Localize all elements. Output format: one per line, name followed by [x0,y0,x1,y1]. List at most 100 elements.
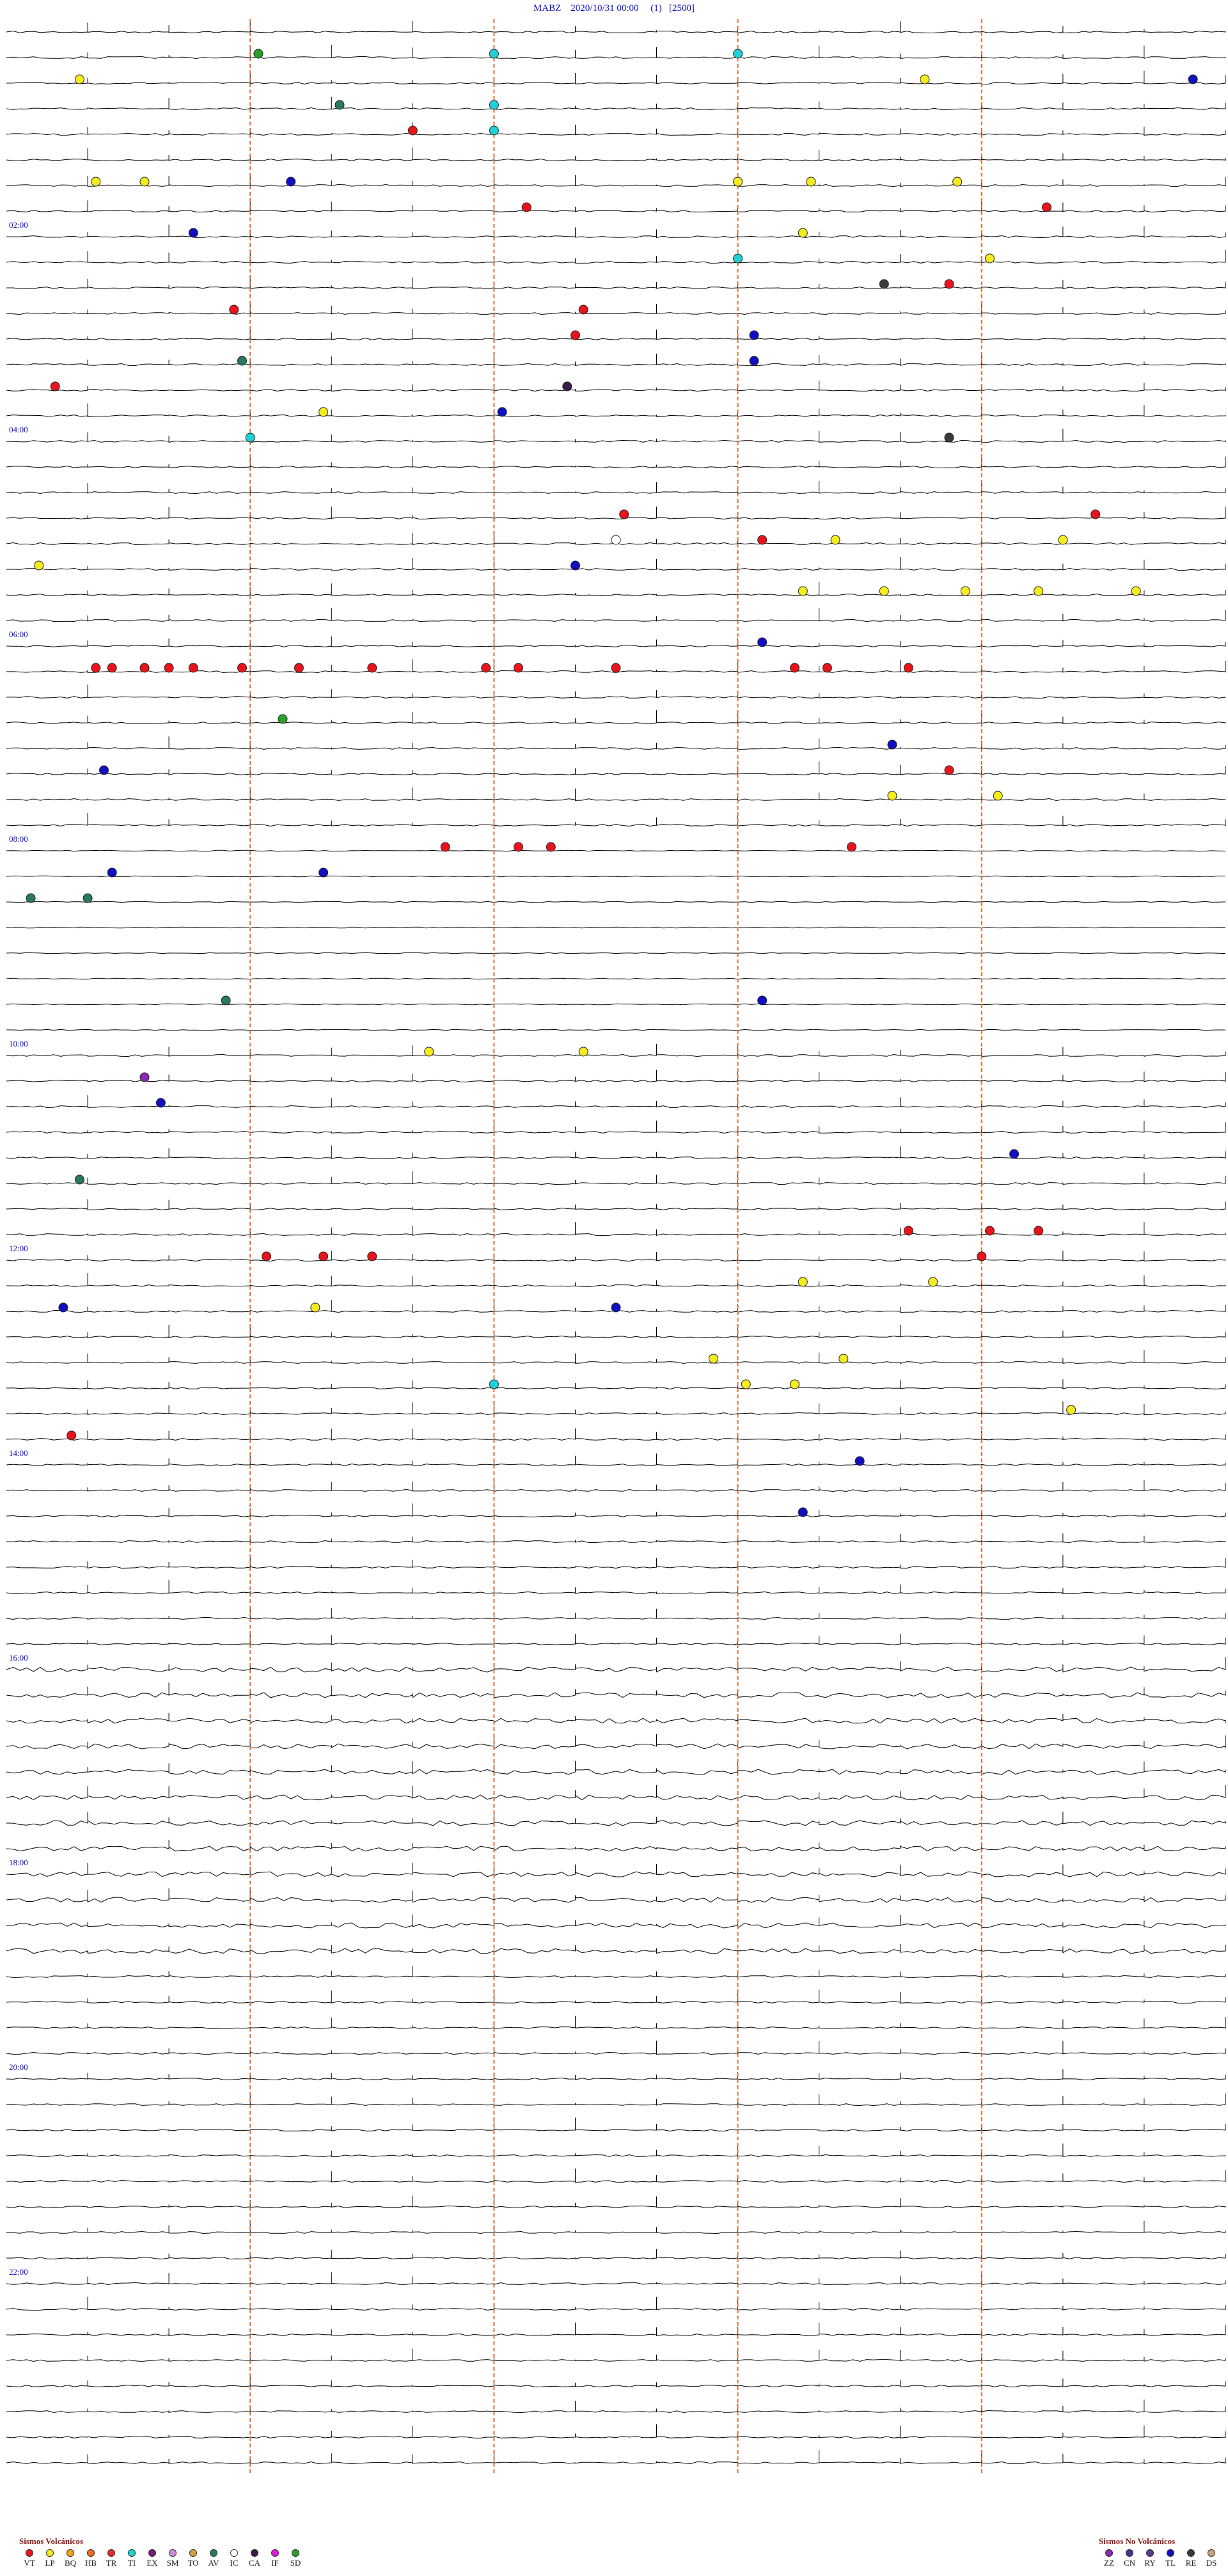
event-ti-marker [733,253,743,264]
legend-volcanic-bq: BQ [60,2549,81,2568]
legend-label: EX [146,2558,158,2568]
event-sd-marker [278,714,288,724]
seismic-traces [6,20,1226,2465]
event-vt-marker [847,842,856,852]
event-vt-marker [262,1251,272,1261]
event-lp-marker [741,1379,751,1389]
legend-dot-icon [189,2549,197,2557]
legend-volcanic-vt: VT [19,2549,40,2568]
event-lp-marker [798,228,808,238]
event-vt-marker [546,842,556,852]
event-tl-marker [497,407,507,417]
event-tl-marker [155,1098,166,1108]
event-vt-marker [367,1251,377,1261]
legend-dot-icon [210,2549,217,2557]
legend-label: IF [271,2558,279,2568]
legend-volcanic-if: IF [265,2549,285,2568]
event-lp-marker [838,1354,849,1364]
event-vt-marker [1090,509,1101,519]
time-label: 06:00 [9,629,28,639]
legend-label: TO [187,2558,199,2568]
event-lp-marker [806,177,816,187]
legend-dot-icon [1208,2549,1215,2557]
legend-dot-icon [87,2549,95,2557]
legend-label: ZZ [1104,2558,1114,2568]
legend-volcanic-ic: IC [224,2549,244,2568]
event-vt-marker [578,304,588,315]
time-label: 16:00 [9,1653,28,1663]
event-av-marker [237,356,247,366]
legend-nonvolcanic-items: ZZ CN RY TL RE DS [1099,2549,1222,2568]
event-vt-marker [229,304,239,315]
legend-dot-icon [46,2549,54,2557]
legend-dot-icon [148,2549,156,2557]
event-vt-marker [1042,202,1051,212]
event-vt-marker [237,663,247,673]
event-lp-marker [319,407,329,417]
event-lp-marker [887,791,897,801]
legend-dot-icon [26,2549,33,2557]
event-lp-marker [985,253,995,264]
event-vt-marker [367,663,377,673]
legend-label: IC [230,2558,239,2568]
time-labels: 02:00 04:00 06:00 08:00 10:00 12:00 14:00 16:00… [9,220,28,2277]
legend-nonvolcanic: Sismos No Volcánicos ZZ CN RY TL RE DS [1099,2536,1222,2568]
event-tl-marker [1188,74,1198,84]
event-tl-marker [887,739,897,750]
legend-volcanic-sd: SD [285,2549,306,2568]
legend-volcanic-tr: TR [101,2549,122,2568]
event-vt-marker [481,663,491,673]
event-sd-marker [253,49,264,59]
event-vt-marker [91,663,101,673]
event-vt-marker [294,663,304,673]
legend-volcanic-hb: HB [81,2549,101,2568]
legend-label: VT [24,2558,35,2568]
event-tl-marker [757,995,767,1006]
event-lp-marker [1131,586,1141,596]
time-label: 18:00 [9,1858,28,1867]
legend-label: TI [127,2558,136,2568]
legend-dot-icon [1126,2549,1133,2557]
event-vt-marker [790,663,799,673]
legend-dot-icon [292,2549,299,2557]
event-lp-marker [34,560,44,571]
event-lp-marker [790,1379,799,1389]
legend-dot-icon [169,2549,177,2557]
legend-label: CA [248,2558,261,2568]
event-ti-marker [489,1379,499,1389]
time-label: 12:00 [9,1244,28,1253]
event-lp-marker [830,535,840,545]
event-vt-marker [611,663,621,673]
event-ti-marker [733,49,743,59]
event-lp-marker [1034,586,1044,596]
event-vt-marker [944,279,954,289]
event-vt-marker [107,663,117,673]
legend-label: DS [1206,2558,1217,2568]
event-lp-marker [993,791,1003,801]
event-lp-marker [1066,1405,1076,1415]
event-tl-marker [798,1507,808,1517]
event-tl-marker [188,228,198,238]
legend-volcanic-av: AV [203,2549,224,2568]
event-ti-marker [489,49,499,59]
event-tl-marker [749,330,759,340]
event-vt-marker [571,330,580,340]
event-tl-marker [854,1456,865,1466]
event-vt-marker [944,765,954,775]
event-lp-marker [920,74,930,84]
event-vt-marker [514,663,523,673]
event-tl-marker [286,177,296,187]
legend-volcanic-title: Sismos Volcánicos [19,2536,84,2546]
time-label: 04:00 [9,425,28,434]
event-lp-marker [578,1047,588,1057]
legend-dot-icon [271,2549,279,2557]
event-vt-marker [521,202,531,212]
legend-volcanic: Sismos Volcánicos VT LP BQ HB TR TI EX SM TO AV IC… [19,2536,306,2568]
legend-dot-icon [128,2549,136,2557]
event-lp-marker [310,1302,320,1313]
event-vt-marker [67,1430,77,1441]
legend-dot-icon [1105,2549,1113,2557]
event-lp-marker [960,586,970,596]
event-lp-marker [879,586,889,596]
event-lp-marker [798,1277,808,1287]
